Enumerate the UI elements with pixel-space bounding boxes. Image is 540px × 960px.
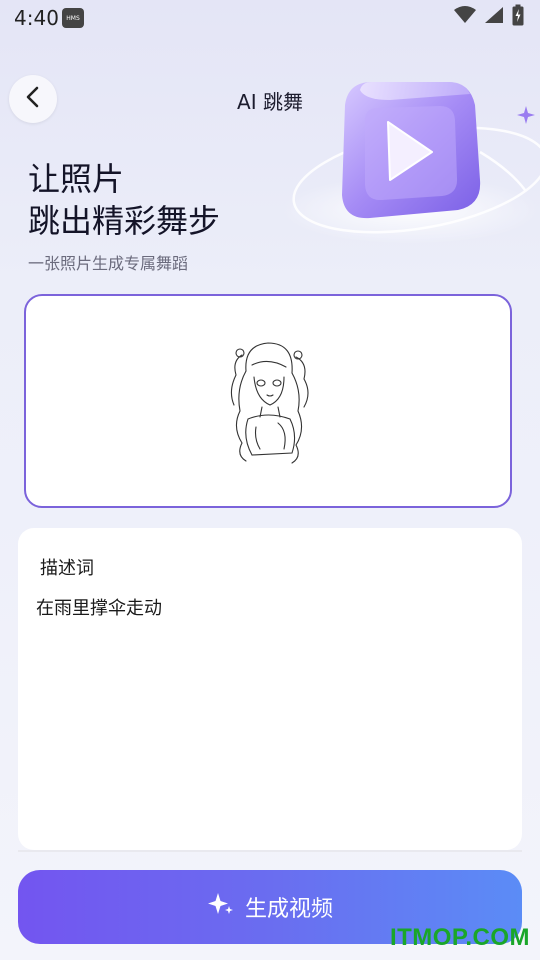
sparkle-icon (207, 890, 235, 924)
generate-video-label: 生成视频 (244, 897, 333, 922)
prompt-label: 描述词 (40, 558, 94, 579)
uploaded-photo (230, 342, 309, 464)
status-time: 4:40 (14, 6, 59, 30)
status-icons (454, 4, 524, 30)
headline: 让照片 跳出精彩舞步 (28, 158, 220, 242)
prompt-input[interactable]: 在雨里撑伞走动 (36, 594, 162, 620)
status-bar: 4:40 HMS (0, 0, 540, 36)
wifi-icon (454, 6, 476, 28)
hms-badge: HMS (62, 8, 84, 28)
headline-line-1: 让照片 (28, 160, 125, 198)
battery-icon (512, 4, 524, 30)
headline-line-2: 跳出精彩舞步 (28, 202, 221, 240)
watermark: ITMOP.COM (389, 924, 530, 951)
divider (18, 850, 522, 852)
prompt-card: 描述词 在雨里撑伞走动 (18, 528, 522, 850)
hero-illustration (270, 60, 540, 260)
subtitle: 一张照片生成专属舞蹈 (28, 254, 189, 273)
signal-icon (484, 6, 504, 28)
photo-upload-card[interactable] (24, 294, 512, 508)
